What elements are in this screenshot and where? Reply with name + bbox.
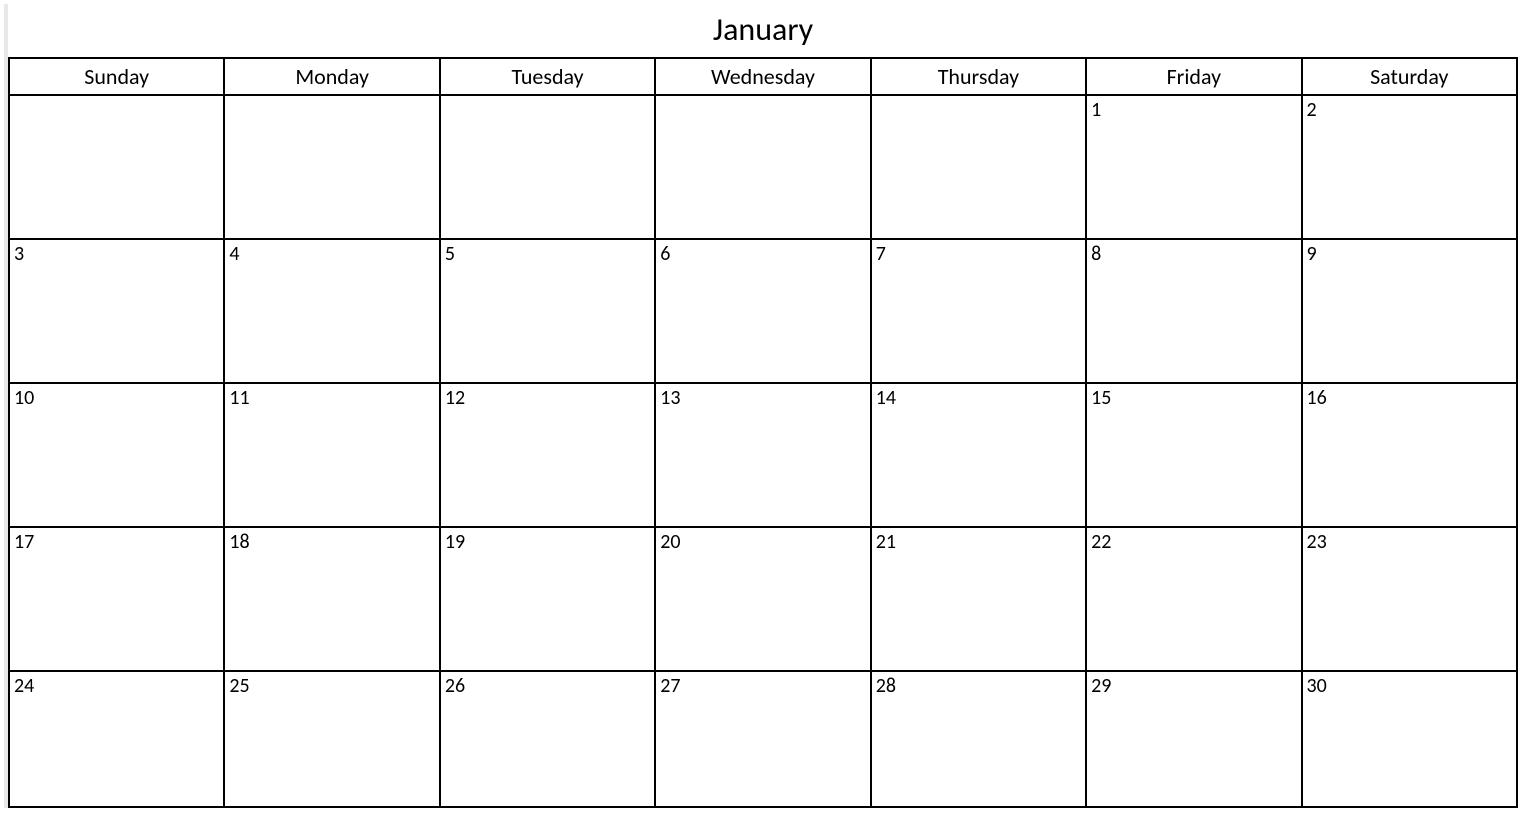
calendar-day-cell[interactable] — [871, 95, 1086, 239]
calendar-day-cell[interactable]: 8 — [1086, 239, 1301, 383]
day-header-monday: Monday — [224, 58, 439, 95]
calendar-day-cell[interactable]: 7 — [871, 239, 1086, 383]
calendar-week-row: 17 18 19 20 21 22 23 — [9, 527, 1517, 671]
calendar-week-row: 1 2 — [9, 95, 1517, 239]
day-header-wednesday: Wednesday — [655, 58, 870, 95]
day-header-tuesday: Tuesday — [440, 58, 655, 95]
calendar-day-cell[interactable]: 27 — [655, 671, 870, 807]
calendar-day-cell[interactable]: 24 — [9, 671, 224, 807]
calendar-day-cell[interactable]: 12 — [440, 383, 655, 527]
calendar-week-row: 10 11 12 13 14 15 16 — [9, 383, 1517, 527]
calendar-day-cell[interactable]: 17 — [9, 527, 224, 671]
calendar-day-cell[interactable]: 18 — [224, 527, 439, 671]
day-header-friday: Friday — [1086, 58, 1301, 95]
calendar-day-cell[interactable]: 21 — [871, 527, 1086, 671]
calendar-day-cell[interactable]: 4 — [224, 239, 439, 383]
calendar-day-cell[interactable] — [224, 95, 439, 239]
month-title: January — [8, 4, 1518, 57]
calendar-day-cell[interactable]: 22 — [1086, 527, 1301, 671]
calendar-day-cell[interactable]: 6 — [655, 239, 870, 383]
calendar-table: Sunday Monday Tuesday Wednesday Thursday… — [8, 57, 1518, 808]
day-header-thursday: Thursday — [871, 58, 1086, 95]
day-header-saturday: Saturday — [1302, 58, 1517, 95]
day-header-sunday: Sunday — [9, 58, 224, 95]
calendar-container: January Sunday Monday Tuesday Wednesday … — [4, 4, 1518, 808]
calendar-week-row: 24 25 26 27 28 29 30 — [9, 671, 1517, 807]
calendar-day-cell[interactable]: 26 — [440, 671, 655, 807]
calendar-day-cell[interactable]: 10 — [9, 383, 224, 527]
calendar-day-cell[interactable]: 15 — [1086, 383, 1301, 527]
calendar-day-cell[interactable]: 28 — [871, 671, 1086, 807]
calendar-day-cell[interactable]: 9 — [1302, 239, 1517, 383]
calendar-day-cell[interactable]: 16 — [1302, 383, 1517, 527]
calendar-day-cell[interactable]: 11 — [224, 383, 439, 527]
calendar-day-cell[interactable]: 23 — [1302, 527, 1517, 671]
calendar-day-cell[interactable]: 30 — [1302, 671, 1517, 807]
calendar-day-cell[interactable]: 5 — [440, 239, 655, 383]
calendar-day-cell[interactable]: 19 — [440, 527, 655, 671]
calendar-day-cell[interactable]: 14 — [871, 383, 1086, 527]
calendar-day-cell[interactable] — [440, 95, 655, 239]
calendar-week-row: 3 4 5 6 7 8 9 — [9, 239, 1517, 383]
calendar-day-cell[interactable] — [9, 95, 224, 239]
calendar-day-cell[interactable]: 20 — [655, 527, 870, 671]
calendar-day-cell[interactable]: 25 — [224, 671, 439, 807]
calendar-day-cell[interactable] — [655, 95, 870, 239]
calendar-day-cell[interactable]: 1 — [1086, 95, 1301, 239]
calendar-day-cell[interactable]: 3 — [9, 239, 224, 383]
calendar-day-cell[interactable]: 29 — [1086, 671, 1301, 807]
calendar-day-cell[interactable]: 13 — [655, 383, 870, 527]
calendar-day-cell[interactable]: 2 — [1302, 95, 1517, 239]
day-header-row: Sunday Monday Tuesday Wednesday Thursday… — [9, 58, 1517, 95]
